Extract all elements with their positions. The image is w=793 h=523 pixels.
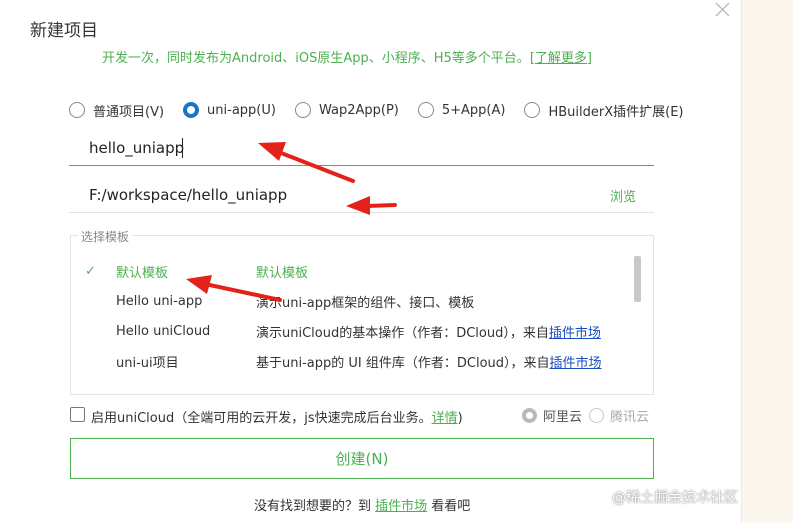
template-scrollbar[interactable] [634, 256, 641, 302]
new-project-dialog: 新建项目 开发一次，同时发布为Android、iOS原生App、小程序、H5等多… [0, 0, 741, 523]
template-name: 默认模板 [116, 265, 169, 281]
radio-circle [589, 408, 604, 423]
close-icon [715, 2, 730, 17]
radio-circle [524, 102, 541, 118]
radio-label: HBuilderX插件扩展(E) [548, 104, 684, 120]
footer-prefix: 没有找到想要的？到 [254, 499, 376, 514]
footer-hint: 没有找到想要的？到 插件市场 看看吧 [254, 495, 470, 514]
enable-unicloud-checkbox[interactable] [70, 407, 85, 422]
template-desc: 演示uni-app框架的组件、接口、模板 [256, 295, 475, 311]
radio-5plus-app[interactable]: 5+App(A) [417, 102, 506, 118]
plugin-market-link[interactable]: 插件市场 [549, 326, 601, 341]
subtitle: 开发一次，同时发布为Android、iOS原生App、小程序、H5等多个平台。[… [102, 47, 592, 66]
text-caret [182, 138, 183, 158]
close-button[interactable] [711, 0, 735, 20]
template-row-default[interactable]: ✓ 默认模板 默认模板 [85, 260, 625, 282]
unicloud-suffix: ) [457, 411, 463, 426]
radio-label: 5+App(A) [441, 102, 506, 118]
project-path-underline [69, 212, 654, 213]
template-row-hello-unicloud[interactable]: Hello uniCloud 演示uniCloud的基本操作（作者：DCloud… [85, 320, 625, 342]
radio-circle-checked [183, 102, 200, 118]
learn-more-link[interactable]: [了解更多] [530, 51, 592, 66]
watermark: @稀土掘金技术社区 [612, 490, 738, 506]
radio-circle [69, 102, 85, 118]
radio-label: 普通项目(V) [93, 104, 165, 120]
template-desc-text: 演示uniCloud的基本操作（作者：DCloud），来自 [256, 325, 549, 341]
project-path-input[interactable] [89, 183, 569, 207]
unicloud-details-link[interactable]: 详情 [432, 411, 458, 426]
template-row-uni-ui[interactable]: uni-ui项目 基于uni-app的 UI 组件库（作者：DCloud），来自… [85, 350, 625, 372]
template-desc: 演示uniCloud的基本操作（作者：DCloud），来自插件市场 [256, 322, 601, 341]
check-icon: ✓ [85, 263, 96, 279]
footer-suffix: 看看吧 [427, 499, 471, 514]
enable-unicloud-label: 启用uniCloud（全端可用的云开发，js快速完成后台业务。详情) [91, 407, 463, 426]
create-button[interactable]: 创建(N) [70, 438, 654, 479]
radio-uni-app[interactable]: uni-app(U) [183, 102, 276, 118]
radio-label: 阿里云 [543, 410, 583, 425]
template-desc: 基于uni-app的 UI 组件库（作者：DCloud），来自插件市场 [256, 352, 602, 371]
template-row-hello-uniapp[interactable]: Hello uni-app 演示uni-app框架的组件、接口、模板 [85, 290, 625, 312]
unicloud-text: 启用uniCloud（全端可用的云开发，js快速完成后台业务。 [91, 411, 432, 426]
radio-circle-checked [522, 408, 537, 423]
radio-label: 腾讯云 [610, 410, 650, 425]
template-legend: 选择模板 [78, 228, 133, 245]
dialog-title: 新建项目 [30, 21, 98, 41]
background-window-edge [741, 0, 793, 523]
footer-plugin-market-link[interactable]: 插件市场 [375, 499, 427, 514]
radio-label: Wap2App(P) [318, 102, 399, 118]
template-name: uni-ui项目 [116, 355, 179, 371]
browse-button[interactable]: 浏览 [610, 186, 636, 205]
template-name: Hello uni-app [116, 293, 203, 309]
project-type-group: 普通项目(V) uni-app(U) Wap2App(P) 5+App(A) H… [69, 99, 703, 121]
radio-tencent-cloud[interactable]: 腾讯云 [589, 406, 649, 425]
radio-wap2app[interactable]: Wap2App(P) [294, 102, 399, 118]
radio-circle [294, 102, 311, 118]
radio-circle [417, 102, 434, 118]
radio-label: uni-app(U) [207, 102, 276, 118]
template-desc: 默认模板 [256, 265, 309, 281]
radio-aliyun[interactable]: 阿里云 [522, 406, 582, 425]
project-name-input[interactable] [89, 136, 569, 160]
plugin-market-link[interactable]: 插件市场 [550, 356, 602, 371]
template-desc-text: 基于uni-app的 UI 组件库（作者：DCloud），来自 [256, 355, 550, 371]
template-name: Hello uniCloud [116, 323, 211, 339]
radio-normal-project[interactable]: 普通项目(V) [69, 101, 164, 120]
radio-hbuilderx-extension[interactable]: HBuilderX插件扩展(E) [524, 101, 684, 120]
subtitle-text: 开发一次，同时发布为Android、iOS原生App、小程序、H5等多个平台。 [102, 51, 530, 66]
project-name-underline [69, 165, 654, 166]
